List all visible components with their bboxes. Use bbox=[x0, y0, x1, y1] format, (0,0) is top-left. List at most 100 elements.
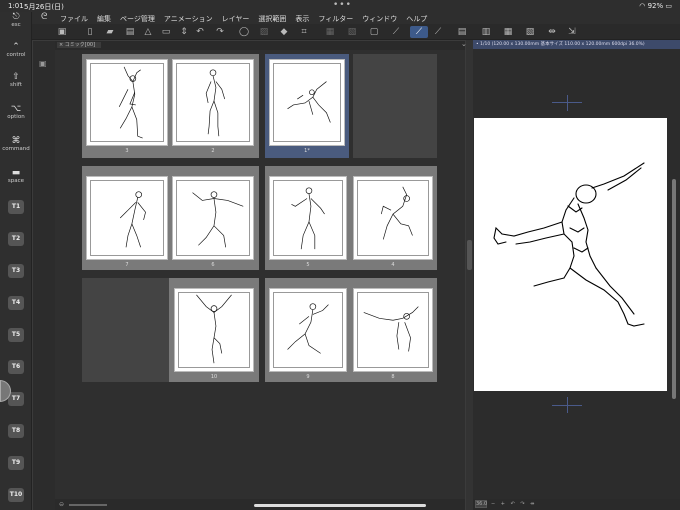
page-thumb-9[interactable] bbox=[269, 288, 347, 372]
zoom-value[interactable]: 36.0 bbox=[475, 500, 487, 508]
space-label: space bbox=[7, 178, 25, 184]
layer-icon-1[interactable]: ▤ bbox=[456, 26, 468, 38]
app-logo-icon[interactable]: ᘓ bbox=[41, 12, 47, 22]
spread-3-2[interactable]: 3 2 bbox=[82, 54, 259, 158]
clear-icon[interactable]: ▨ bbox=[258, 26, 270, 38]
export-icon[interactable]: △ bbox=[142, 26, 154, 38]
rotate-left-icon[interactable]: ↶ bbox=[511, 501, 517, 507]
open-icon[interactable]: ▰ bbox=[104, 26, 116, 38]
page-thumb-1[interactable] bbox=[269, 59, 345, 146]
canvas-vertical-scrollbar[interactable] bbox=[669, 49, 680, 499]
scrollbar-thumb[interactable] bbox=[672, 179, 676, 399]
t8-key[interactable]: T8 bbox=[8, 424, 24, 438]
menu-help[interactable]: ヘルプ bbox=[406, 14, 427, 24]
view-controls: − + ↶ ↷ ⇹ bbox=[491, 501, 536, 507]
menu-file[interactable]: ファイル bbox=[60, 14, 88, 24]
home-indicator[interactable] bbox=[254, 504, 426, 507]
spread-1-selected[interactable]: 1* bbox=[265, 54, 349, 158]
page-number-6: 6 bbox=[211, 262, 215, 268]
figure-drawing bbox=[119, 191, 146, 248]
page-thumb-2[interactable] bbox=[172, 59, 254, 146]
status-time: 1:01 bbox=[8, 2, 24, 10]
menu-edit[interactable]: 編集 bbox=[97, 14, 111, 24]
page-thumb-5[interactable] bbox=[269, 176, 347, 260]
esc-icon: ⎋ bbox=[12, 12, 20, 22]
page-thumb-8[interactable] bbox=[353, 288, 433, 372]
control-key[interactable]: ⌃ control bbox=[0, 42, 32, 58]
command-key[interactable]: ⌘ command bbox=[0, 136, 32, 152]
page-thumb-10[interactable] bbox=[174, 288, 254, 372]
page-thumb-7[interactable] bbox=[86, 176, 168, 260]
canvas-view[interactable] bbox=[473, 49, 669, 499]
page-thumb-4[interactable] bbox=[353, 176, 433, 260]
t9-key[interactable]: T9 bbox=[8, 456, 24, 470]
export-options-icon[interactable]: ▭ bbox=[160, 26, 172, 38]
menu-page-management[interactable]: ページ管理 bbox=[120, 14, 155, 24]
undo-icon[interactable]: ↶ bbox=[194, 26, 206, 38]
t5-key[interactable]: T5 bbox=[8, 328, 24, 342]
spread-7-6[interactable]: 7 6 bbox=[82, 166, 259, 270]
transform-icon[interactable]: ▦ bbox=[324, 26, 336, 38]
zoom-out-icon[interactable]: ⊖ bbox=[59, 501, 64, 508]
control-label: control bbox=[6, 52, 26, 58]
thumbnail-size-slider[interactable] bbox=[69, 504, 107, 506]
zoom-out-icon[interactable]: − bbox=[491, 501, 497, 507]
space-key[interactable]: ▬ space bbox=[0, 168, 32, 184]
ruler-icon[interactable]: ⟋ bbox=[390, 26, 402, 38]
t1-key[interactable]: T1 bbox=[8, 200, 24, 214]
snap-special-icon[interactable]: ⟋ bbox=[432, 26, 444, 38]
figure-drawing bbox=[118, 66, 143, 139]
canvas-paper[interactable] bbox=[474, 118, 667, 391]
menu-window[interactable]: ウィンドウ bbox=[362, 14, 397, 24]
t4-key[interactable]: T4 bbox=[8, 296, 24, 310]
figure-drawing bbox=[205, 69, 226, 137]
lasso-icon[interactable]: ◯ bbox=[238, 26, 250, 38]
t6-key[interactable]: T6 bbox=[8, 360, 24, 374]
page-thumb-6[interactable] bbox=[172, 176, 254, 260]
spread-9-8[interactable]: 9 8 bbox=[265, 278, 437, 382]
layer-icon-4[interactable]: ▧ bbox=[524, 26, 536, 38]
zoom-in-icon[interactable]: + bbox=[501, 501, 507, 507]
spread-10[interactable]: 10 bbox=[169, 278, 259, 382]
scale-icon[interactable]: ▧ bbox=[346, 26, 358, 38]
selection-launcher-icon[interactable]: ▢ bbox=[368, 26, 380, 38]
shift-key[interactable]: ⇧ shift bbox=[0, 72, 32, 88]
page-number-4: 4 bbox=[391, 262, 395, 268]
page-manager-tab[interactable]: × コミック[00] bbox=[55, 41, 465, 50]
spread-5-4[interactable]: 5 4 bbox=[265, 166, 437, 270]
layer-icon-2[interactable]: ▥ bbox=[480, 26, 492, 38]
redo-icon[interactable]: ↷ bbox=[214, 26, 226, 38]
scroll-icon[interactable]: ⇕ bbox=[178, 26, 190, 38]
rotate-right-icon[interactable]: ↷ bbox=[520, 501, 526, 507]
menu-layer[interactable]: レイヤー bbox=[222, 14, 250, 24]
flip-icon[interactable]: ⇹ bbox=[546, 26, 558, 38]
fill-icon[interactable]: ◆ bbox=[278, 26, 290, 38]
page-number-1: 1* bbox=[304, 148, 310, 154]
snap-to-ruler-icon[interactable]: ⟋ bbox=[410, 26, 428, 38]
flip-icon[interactable]: ⇹ bbox=[530, 501, 536, 507]
esc-key[interactable]: ⎋ esc bbox=[0, 12, 32, 28]
menu-filter[interactable]: フィルター bbox=[318, 14, 353, 24]
page-settings-icon[interactable]: ▣ bbox=[39, 59, 49, 69]
divider-handle[interactable] bbox=[467, 240, 472, 270]
new-icon[interactable]: ▯ bbox=[84, 26, 96, 38]
panel-divider[interactable] bbox=[466, 40, 473, 510]
t10-key[interactable]: T10 bbox=[8, 488, 24, 502]
wifi-icon: ◠ bbox=[639, 2, 646, 10]
t3-key[interactable]: T3 bbox=[8, 264, 24, 278]
save-icon[interactable]: ▤ bbox=[124, 26, 136, 38]
crop-icon[interactable]: ⌗ bbox=[298, 26, 310, 38]
option-label: option bbox=[7, 114, 25, 120]
menu-animation[interactable]: アニメーション bbox=[164, 14, 213, 24]
page-manager-icon[interactable]: ▣ bbox=[56, 26, 68, 38]
page-thumb-3[interactable] bbox=[86, 59, 168, 146]
modifier-key-bar: ⎋ esc ⌃ control ⇧ shift ⌥ option ⌘ command ▬ s… bbox=[0, 12, 32, 510]
multitask-dots[interactable]: ••• bbox=[333, 0, 352, 10]
layer-icon-3[interactable]: ▦ bbox=[502, 26, 514, 38]
t2-key[interactable]: T2 bbox=[8, 232, 24, 246]
fit-icon[interactable]: ⇲ bbox=[566, 26, 578, 38]
option-key[interactable]: ⌥ option bbox=[0, 104, 32, 120]
canvas-tab[interactable]: • 1/10 (120.00 x 130.00mm 基本サイズ 110.00 x… bbox=[473, 40, 680, 49]
menu-selection[interactable]: 選択範囲 bbox=[258, 14, 286, 24]
menu-view[interactable]: 表示 bbox=[295, 14, 309, 24]
